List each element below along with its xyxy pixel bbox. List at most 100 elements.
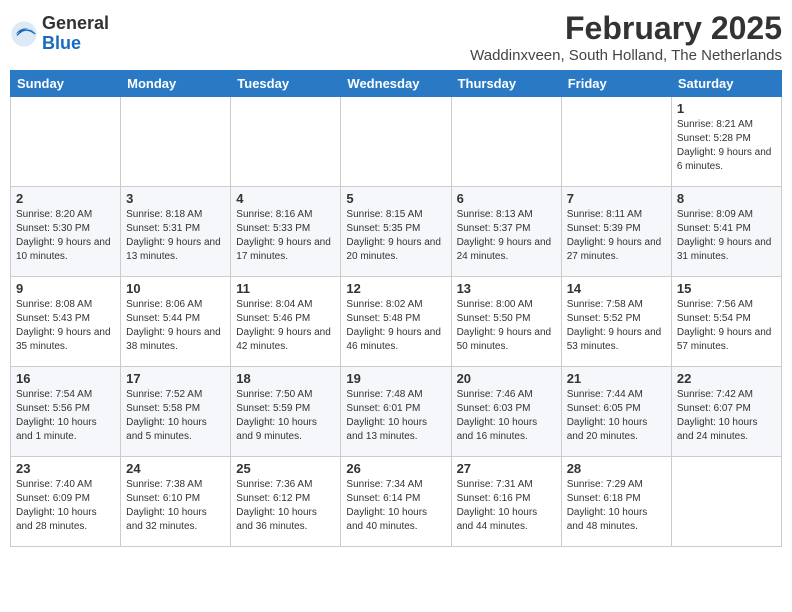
day-info-text: Sunrise: 8:13 AM Sunset: 5:37 PM Dayligh…: [457, 209, 552, 262]
day-cell: 3Sunrise: 8:18 AM Sunset: 5:31 PM Daylig…: [121, 187, 231, 277]
day-cell: 20 Sunrise: 7:46 AM Sunset: 6:03 PM Dayli…: [451, 367, 561, 457]
week-row-5: 23 Sunrise: 7:40 AM Sunset: 6:09 PM Dayli…: [11, 457, 782, 547]
day-number: 6: [457, 191, 556, 206]
day-number: 14: [567, 281, 666, 296]
day-cell: 24Sunrise: 7:38 AM Sunset: 6:10 PM Dayli…: [121, 457, 231, 547]
day-number: 10: [126, 281, 225, 296]
logo-general-text: General: [42, 14, 109, 34]
weekday-header-sunday: Sunday: [11, 71, 121, 97]
day-info-text: Sunrise: 7:34 AM Sunset: 6:14 PM Dayligh…: [346, 479, 427, 532]
logo-icon: [10, 20, 38, 48]
day-cell: 16 Sunrise: 7:54 AM Sunset: 5:56 PM Dayli…: [11, 367, 121, 457]
week-row-2: 2 Sunrise: 8:20 AM Sunset: 5:30 PM Daylig…: [11, 187, 782, 277]
day-number: 17: [126, 371, 225, 386]
day-info-text: Sunrise: 7:36 AM Sunset: 6:12 PM Dayligh…: [236, 479, 317, 532]
day-number: 27: [457, 461, 556, 476]
day-number: 26: [346, 461, 445, 476]
day-cell: [121, 97, 231, 187]
weekday-header-friday: Friday: [561, 71, 671, 97]
day-cell: 28 Sunrise: 7:29 AM Sunset: 6:18 PM Dayli…: [561, 457, 671, 547]
day-info-text: Sunrise: 7:52 AM Sunset: 5:58 PM Dayligh…: [126, 389, 207, 442]
day-cell: 15 Sunrise: 7:56 AM Sunset: 5:54 PM Dayli…: [671, 277, 781, 367]
day-info-text: Sunrise: 7:46 AM Sunset: 6:03 PM Dayligh…: [457, 389, 538, 442]
week-row-4: 16 Sunrise: 7:54 AM Sunset: 5:56 PM Dayli…: [11, 367, 782, 457]
day-number: 20: [457, 371, 556, 386]
day-info-text: Sunrise: 8:02 AM Sunset: 5:48 PM Dayligh…: [346, 299, 441, 352]
day-cell: [341, 97, 451, 187]
day-info-text: Sunrise: 8:06 AM Sunset: 5:44 PM Dayligh…: [126, 299, 221, 352]
logo-blue-text: Blue: [42, 34, 109, 54]
weekday-header-thursday: Thursday: [451, 71, 561, 97]
day-info-text: Sunrise: 7:42 AM Sunset: 6:07 PM Dayligh…: [677, 389, 758, 442]
day-info-text: Sunrise: 8:04 AM Sunset: 5:46 PM Dayligh…: [236, 299, 331, 352]
day-cell: 13Sunrise: 8:00 AM Sunset: 5:50 PM Dayli…: [451, 277, 561, 367]
day-cell: [11, 97, 121, 187]
day-number: 16: [16, 371, 115, 386]
title-area: February 2025 Waddinxveen, South Holland…: [470, 10, 782, 64]
day-cell: 14 Sunrise: 7:58 AM Sunset: 5:52 PM Dayli…: [561, 277, 671, 367]
day-number: 21: [567, 371, 666, 386]
day-info-text: Sunrise: 7:58 AM Sunset: 5:52 PM Dayligh…: [567, 299, 662, 352]
day-cell: 25 Sunrise: 7:36 AM Sunset: 6:12 PM Dayli…: [231, 457, 341, 547]
day-cell: 12Sunrise: 8:02 AM Sunset: 5:48 PM Dayli…: [341, 277, 451, 367]
week-row-3: 9 Sunrise: 8:08 AM Sunset: 5:43 PM Daylig…: [11, 277, 782, 367]
day-number: 2: [16, 191, 115, 206]
day-number: 24: [126, 461, 225, 476]
weekday-header-wednesday: Wednesday: [341, 71, 451, 97]
day-number: 23: [16, 461, 115, 476]
day-cell: 9 Sunrise: 8:08 AM Sunset: 5:43 PM Daylig…: [11, 277, 121, 367]
day-cell: [231, 97, 341, 187]
day-info-text: Sunrise: 7:40 AM Sunset: 6:09 PM Dayligh…: [16, 479, 97, 532]
day-cell: 19 Sunrise: 7:48 AM Sunset: 6:01 PM Dayli…: [341, 367, 451, 457]
day-info-text: Sunrise: 8:18 AM Sunset: 5:31 PM Dayligh…: [126, 209, 221, 262]
day-info-text: Sunrise: 8:00 AM Sunset: 5:50 PM Dayligh…: [457, 299, 552, 352]
day-cell: 2 Sunrise: 8:20 AM Sunset: 5:30 PM Daylig…: [11, 187, 121, 277]
day-info-text: Sunrise: 7:29 AM Sunset: 6:18 PM Dayligh…: [567, 479, 648, 532]
day-number: 28: [567, 461, 666, 476]
day-cell: 21Sunrise: 7:44 AM Sunset: 6:05 PM Dayli…: [561, 367, 671, 457]
day-number: 11: [236, 281, 335, 296]
day-cell: 7 Sunrise: 8:11 AM Sunset: 5:39 PM Daylig…: [561, 187, 671, 277]
day-number: 15: [677, 281, 776, 296]
day-number: 7: [567, 191, 666, 206]
logo: General Blue: [10, 14, 109, 54]
day-cell: 10 Sunrise: 8:06 AM Sunset: 5:44 PM Dayli…: [121, 277, 231, 367]
day-cell: 11 Sunrise: 8:04 AM Sunset: 5:46 PM Dayli…: [231, 277, 341, 367]
day-cell: [561, 97, 671, 187]
day-number: 25: [236, 461, 335, 476]
weekday-header-saturday: Saturday: [671, 71, 781, 97]
day-info-text: Sunrise: 7:48 AM Sunset: 6:01 PM Dayligh…: [346, 389, 427, 442]
day-info-text: Sunrise: 7:56 AM Sunset: 5:54 PM Dayligh…: [677, 299, 772, 352]
day-cell: 5 Sunrise: 8:15 AM Sunset: 5:35 PM Daylig…: [341, 187, 451, 277]
day-info-text: Sunrise: 7:54 AM Sunset: 5:56 PM Dayligh…: [16, 389, 97, 442]
day-cell: 26 Sunrise: 7:34 AM Sunset: 6:14 PM Dayli…: [341, 457, 451, 547]
day-info-text: Sunrise: 8:20 AM Sunset: 5:30 PM Dayligh…: [16, 209, 111, 262]
weekday-header-row: SundayMondayTuesdayWednesdayThursdayFrid…: [11, 71, 782, 97]
day-number: 9: [16, 281, 115, 296]
day-cell: [451, 97, 561, 187]
day-info-text: Sunrise: 7:50 AM Sunset: 5:59 PM Dayligh…: [236, 389, 317, 442]
day-info-text: Sunrise: 7:31 AM Sunset: 6:16 PM Dayligh…: [457, 479, 538, 532]
calendar-table: SundayMondayTuesdayWednesdayThursdayFrid…: [10, 70, 782, 547]
weekday-header-tuesday: Tuesday: [231, 71, 341, 97]
day-cell: 18 Sunrise: 7:50 AM Sunset: 5:59 PM Dayli…: [231, 367, 341, 457]
day-cell: 17 Sunrise: 7:52 AM Sunset: 5:58 PM Dayli…: [121, 367, 231, 457]
day-number: 4: [236, 191, 335, 206]
day-cell: 4 Sunrise: 8:16 AM Sunset: 5:33 PM Daylig…: [231, 187, 341, 277]
day-number: 19: [346, 371, 445, 386]
day-number: 18: [236, 371, 335, 386]
day-cell: 22 Sunrise: 7:42 AM Sunset: 6:07 PM Dayli…: [671, 367, 781, 457]
day-cell: 27 Sunrise: 7:31 AM Sunset: 6:16 PM Dayli…: [451, 457, 561, 547]
day-info-text: Sunrise: 8:15 AM Sunset: 5:35 PM Dayligh…: [346, 209, 441, 262]
day-number: 5: [346, 191, 445, 206]
header: General Blue February 2025 Waddinxveen, …: [10, 10, 782, 64]
day-number: 22: [677, 371, 776, 386]
day-info-text: Sunrise: 8:11 AM Sunset: 5:39 PM Dayligh…: [567, 209, 662, 262]
day-cell: 23 Sunrise: 7:40 AM Sunset: 6:09 PM Dayli…: [11, 457, 121, 547]
day-info-text: Sunrise: 8:16 AM Sunset: 5:33 PM Dayligh…: [236, 209, 331, 262]
month-title: February 2025: [470, 10, 782, 47]
day-info-text: Sunrise: 8:08 AM Sunset: 5:43 PM Dayligh…: [16, 299, 111, 352]
day-cell: 6 Sunrise: 8:13 AM Sunset: 5:37 PM Daylig…: [451, 187, 561, 277]
day-info-text: Sunrise: 8:09 AM Sunset: 5:41 PM Dayligh…: [677, 209, 772, 262]
day-cell: 1Sunrise: 8:21 AM Sunset: 5:28 PM Daylig…: [671, 97, 781, 187]
